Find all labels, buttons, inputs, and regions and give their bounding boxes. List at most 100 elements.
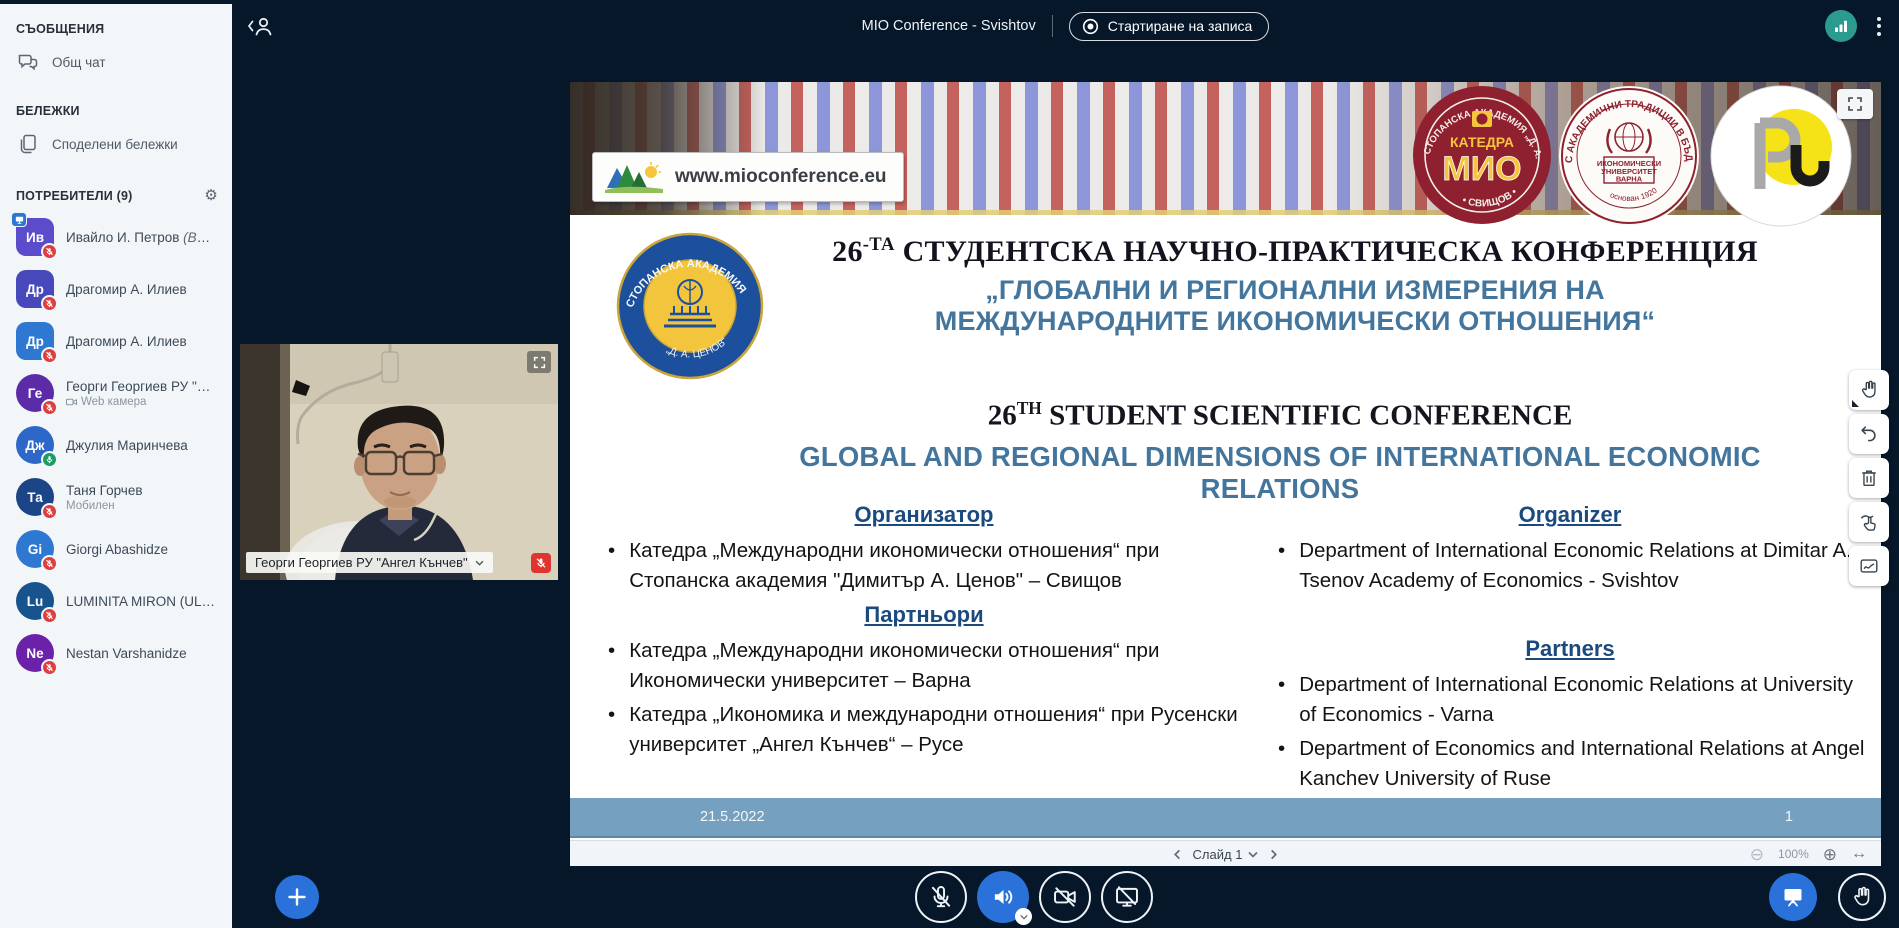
options-menu-button[interactable] xyxy=(1873,13,1885,40)
avatar: Др xyxy=(16,270,54,308)
expand-icon xyxy=(533,356,546,369)
avatar-initials: Ив xyxy=(26,230,44,245)
webcam-video[interactable]: Георги Георгиев РУ "Ангел Кънчев" xyxy=(240,344,558,580)
slide-subtitle-bg-line1: „ГЛОБАЛНИ И РЕГИОНАЛНИ ИЗМЕРЕНИЯ НА xyxy=(760,275,1830,306)
share-screen-button[interactable] xyxy=(1101,871,1153,923)
sidebar-item-public-chat[interactable]: Общ чат xyxy=(0,42,232,82)
presentation-fullscreen-button[interactable] xyxy=(1837,89,1873,119)
zoom-in-button[interactable]: ⊕ xyxy=(1823,846,1837,863)
whiteboard-toolbar xyxy=(1849,370,1889,586)
avatar: Ив xyxy=(16,218,54,256)
public-chat-label: Общ чат xyxy=(52,55,106,70)
slide-title-en: 26TH STUDENT SCIENTIFIC CONFERENCE xyxy=(720,398,1840,433)
avatar: Др xyxy=(16,322,54,360)
audio-options-chevron[interactable] xyxy=(1015,908,1032,925)
muted-mic-badge-icon xyxy=(41,503,58,520)
sidebar: СЪОБЩЕНИЯ Общ чат БЕЛЕЖКИ Споделени беле… xyxy=(0,0,232,928)
muted-mic-badge-icon xyxy=(41,399,58,416)
user-list-item[interactable]: Та Таня ГорчевМобилен xyxy=(0,471,232,523)
avatar: Gi xyxy=(16,530,54,568)
avatar-initials: Др xyxy=(26,282,44,297)
presenter-badge-icon xyxy=(11,212,27,227)
presentation-panel: www.mioconference.eu СТОПАНСКА АКАДЕМИЯ … xyxy=(570,82,1881,866)
topbar-center: MIO Conference - Svishtov Стартиране на … xyxy=(232,0,1899,52)
users-header-label: ПОТРЕБИТЕЛИ (9) xyxy=(16,189,132,203)
zoom-controls: ⊖ 100% ⊕ ↔ xyxy=(1750,841,1867,866)
connection-status-button[interactable] xyxy=(1825,10,1857,42)
muted-mic-badge-icon xyxy=(41,295,58,312)
slide-section-header: Партньори xyxy=(600,602,1248,628)
multi-user-whiteboard-icon xyxy=(1858,511,1880,533)
avatar-initials: Lu xyxy=(27,594,44,609)
user-list-item[interactable]: Др Драгомир А. Илиев xyxy=(0,315,232,367)
users-section-header: ПОТРЕБИТЕЛИ (9) ⚙ xyxy=(0,180,232,209)
record-icon xyxy=(1082,18,1099,35)
user-name: Джулия Маринчева xyxy=(66,438,188,453)
slide-bullet: •Department of International Economic Re… xyxy=(1278,536,1870,596)
slide-section-header: Организатор xyxy=(600,502,1248,528)
previous-slide-button[interactable] xyxy=(1172,849,1183,860)
palm-rejection-button[interactable] xyxy=(1849,546,1889,586)
mio-website-label: www.mioconference.eu xyxy=(592,152,904,202)
slide-bullet: •Department of International Economic Re… xyxy=(1278,670,1870,730)
webcam-user-name: Георги Георгиев РУ "Ангел Кънчев" xyxy=(255,555,468,570)
unmute-microphone-button[interactable] xyxy=(915,871,967,923)
webcam-fullscreen-button[interactable] xyxy=(527,351,551,373)
topbar: MIO Conference - Svishtov Стартиране на … xyxy=(232,0,1899,52)
user-list-item[interactable]: Др Драгомир А. Илиев xyxy=(0,263,232,315)
webcam-off-icon xyxy=(1052,884,1078,910)
chat-icon xyxy=(16,50,40,74)
slide-title-en-block: 26TH STUDENT SCIENTIFIC CONFERENCE GLOBA… xyxy=(720,398,1840,505)
muted-mic-badge-icon xyxy=(41,347,58,364)
multi-user-whiteboard-button[interactable] xyxy=(1849,502,1889,542)
slide-column-english: Organizer•Department of International Ec… xyxy=(1270,502,1870,798)
notes-icon xyxy=(16,132,40,156)
clear-annotations-button[interactable] xyxy=(1849,458,1889,498)
topbar-right xyxy=(1825,0,1885,52)
webcam-muted-indicator xyxy=(531,553,551,573)
restore-presentation-button[interactable] xyxy=(1769,873,1817,921)
user-list-item[interactable]: Ив Ивайло И. Петров (Вие) xyxy=(0,211,232,263)
zoom-out-button[interactable]: ⊖ xyxy=(1750,846,1764,863)
avatar: Дж xyxy=(16,426,54,464)
user-name: Ивайло И. Петров (Вие) xyxy=(66,230,216,245)
fit-width-button[interactable]: ↔ xyxy=(1851,845,1867,863)
chevron-down-icon xyxy=(1248,851,1258,858)
webcam-name-label[interactable]: Георги Георгиев РУ "Ангел Кънчев" xyxy=(246,552,493,573)
hand-tool-button[interactable] xyxy=(1849,370,1889,410)
avatar-initials: Ге xyxy=(28,386,42,401)
users-settings-gear-icon[interactable]: ⚙ xyxy=(204,188,218,203)
user-meta: LUMINITA MIRON (ULIM) xyxy=(66,594,216,609)
undo-icon xyxy=(1858,423,1880,445)
user-list-item[interactable]: Дж Джулия Маринчева xyxy=(0,419,232,471)
user-meta: Драгомир А. Илиев xyxy=(66,334,187,349)
slide-footer-bar: 21.5.2022 1 xyxy=(570,798,1881,838)
user-list-item[interactable]: Gi Giorgi Abashidze xyxy=(0,523,232,575)
svg-text:МИО: МИО xyxy=(1442,150,1521,188)
actions-plus-button[interactable] xyxy=(275,875,319,919)
webcam-video-frame xyxy=(240,344,558,580)
slide-section-header: Partners xyxy=(1270,636,1870,662)
avatar-initials: Та xyxy=(27,490,42,505)
user-name: Giorgi Abashidze xyxy=(66,542,168,557)
undo-annotation-button[interactable] xyxy=(1849,414,1889,454)
user-meta: Георги Георгиев РУ "Ангел Кънч...Web кам… xyxy=(66,379,216,408)
sidebar-item-shared-notes[interactable]: Споделени бележки xyxy=(0,124,232,164)
user-meta: Giorgi Abashidze xyxy=(66,542,168,557)
user-list-item[interactable]: Ne Nestan Varshanidze xyxy=(0,627,232,679)
muted-mic-badge-icon xyxy=(41,607,58,624)
expand-icon xyxy=(1847,96,1863,112)
next-slide-button[interactable] xyxy=(1268,849,1279,860)
raise-hand-button[interactable] xyxy=(1838,873,1886,921)
slide-section: Organizer•Department of International Ec… xyxy=(1270,502,1870,596)
user-list-item[interactable]: Lu LUMINITA MIRON (ULIM) xyxy=(0,575,232,627)
slide-select-dropdown[interactable]: Слайд 1 xyxy=(1193,847,1259,862)
start-recording-button[interactable]: Стартиране на записа xyxy=(1069,12,1270,41)
leave-audio-button[interactable] xyxy=(977,871,1029,923)
meeting-title: MIO Conference - Svishtov xyxy=(862,18,1036,34)
action-bar xyxy=(915,871,1153,923)
share-webcam-button[interactable] xyxy=(1039,871,1091,923)
user-meta: Ивайло И. Петров (Вие) xyxy=(66,230,216,245)
muted-mic-badge-icon xyxy=(41,555,58,572)
user-list-item[interactable]: Ге Георги Георгиев РУ "Ангел Кънч...Web … xyxy=(0,367,232,419)
